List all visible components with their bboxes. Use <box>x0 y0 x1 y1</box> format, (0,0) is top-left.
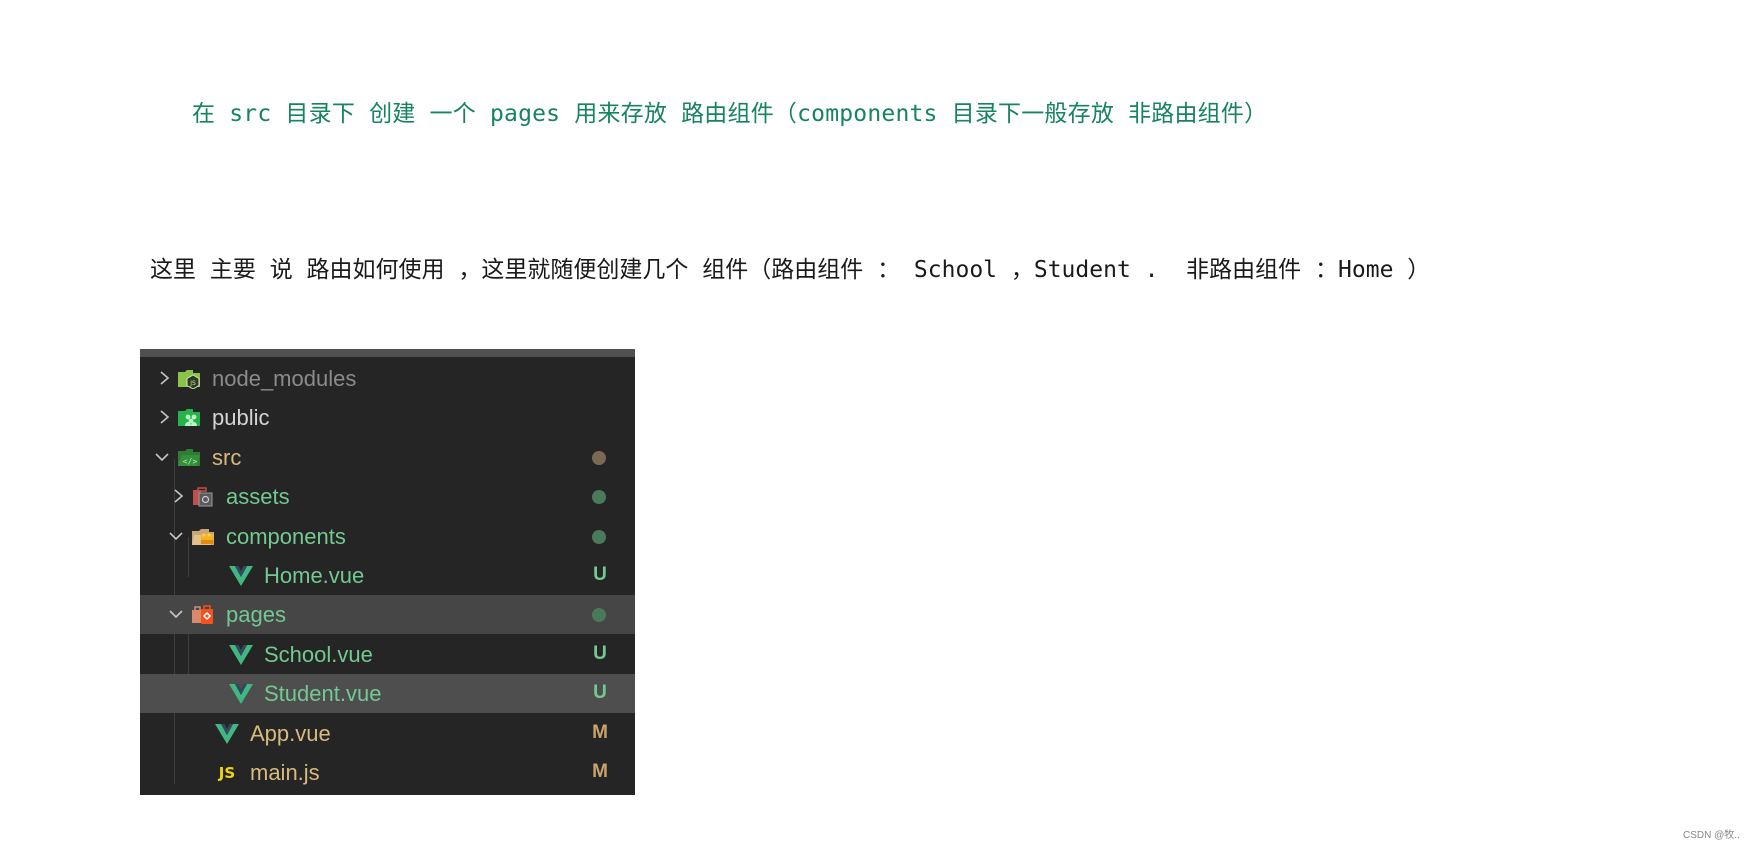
svg-text:JS: JS <box>218 764 235 782</box>
explorer-item-label: public <box>212 405 270 431</box>
explorer-item-label: components <box>226 523 346 549</box>
svg-text:</>: </> <box>183 457 198 466</box>
explorer-folder-row[interactable]: pages <box>140 595 635 635</box>
chevron-down-icon[interactable] <box>168 526 184 546</box>
explorer-file-row[interactable]: Home.vue U <box>140 556 635 595</box>
explorer-file-row[interactable]: School.vue U <box>140 635 635 674</box>
src-folder-icon: </> <box>176 446 202 468</box>
explorer-file-row[interactable]: Student.vue U <box>140 674 635 714</box>
file-explorer-screenshot: JS node_modulespublic </> src assets componen… <box>140 349 635 795</box>
public-folder-icon <box>176 406 202 428</box>
js-file-icon: JS <box>214 761 240 783</box>
assets-folder-icon <box>190 485 216 507</box>
vue-file-icon <box>228 682 254 705</box>
git-status-badge: U <box>593 564 607 585</box>
chevron-right-icon[interactable] <box>156 407 172 427</box>
explorer-item-label: School.vue <box>264 641 373 667</box>
explorer-folder-row[interactable]: JS node_modules <box>140 359 635 398</box>
explorer-item-label: pages <box>226 602 286 628</box>
explorer-item-label: src <box>212 444 242 470</box>
pages-folder-icon <box>190 603 216 625</box>
git-status-dot <box>592 450 606 465</box>
intro-line-1: 在 src 目录下 创建 一个 pages 用来存放 路由组件（componen… <box>192 101 1268 127</box>
vue-file-icon <box>228 643 254 665</box>
git-status-dot <box>592 490 606 505</box>
explorer-folder-row[interactable]: public <box>140 398 635 437</box>
chevron-down-icon[interactable] <box>168 604 184 624</box>
explorer-folder-row[interactable]: components <box>140 517 635 556</box>
explorer-file-row[interactable]: App.vue M <box>140 714 635 753</box>
explorer-folder-row[interactable]: </> src <box>140 438 635 477</box>
explorer-item-label: assets <box>226 484 290 510</box>
nodejs-folder-icon: JS <box>176 367 202 390</box>
git-status-dot <box>592 608 606 623</box>
explorer-item-label: Home.vue <box>264 563 365 588</box>
chevron-right-icon[interactable] <box>170 486 186 506</box>
explorer-header-strip <box>140 349 635 357</box>
explorer-folder-row[interactable]: assets <box>140 477 635 516</box>
chevron-down-icon[interactable] <box>154 447 170 467</box>
explorer-file-row[interactable]: JS main.js M <box>140 753 635 792</box>
explorer-item-label: Student.vue <box>264 681 382 707</box>
git-status-badge: U <box>593 642 607 664</box>
vue-file-icon <box>228 564 254 586</box>
explorer-item-label: main.js <box>250 760 320 785</box>
git-status-badge: M <box>592 721 608 743</box>
svg-text:JS: JS <box>189 380 196 387</box>
components-folder-icon <box>190 525 216 547</box>
intro-line-2: 这里 主要 说 路由如何使用 ，这里就随便创建几个 组件（路由组件 ： Scho… <box>150 257 1431 283</box>
git-status-badge: U <box>593 682 607 704</box>
explorer-item-label: node_modules <box>212 366 357 391</box>
explorer-item-label: App.vue <box>250 720 331 746</box>
git-status-badge: M <box>592 761 608 782</box>
chevron-right-icon[interactable] <box>156 368 172 388</box>
watermark: CSDN @牧.. <box>1683 830 1740 841</box>
git-status-dot <box>592 529 606 544</box>
vue-file-icon <box>214 722 240 744</box>
